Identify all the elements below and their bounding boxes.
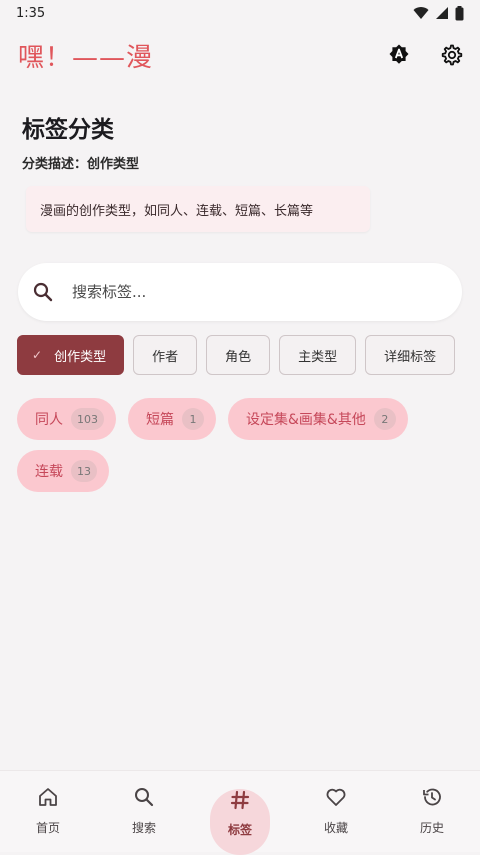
nav-item-search[interactable]: 搜索 — [109, 781, 179, 836]
tag-count-badge: 103 — [71, 408, 104, 430]
search-icon — [33, 282, 53, 302]
history-icon — [423, 788, 441, 806]
settings-button[interactable] — [436, 40, 466, 70]
nav-label: 首页 — [35, 821, 60, 835]
nav-icon-container — [306, 781, 366, 813]
tag-count-badge: 1 — [182, 408, 204, 430]
filter-chip-label: 作者 — [152, 349, 179, 365]
hashtag-icon — [230, 790, 250, 810]
bottom-navigation: 首页 搜索 标签 收藏 历史 — [0, 770, 480, 855]
status-bar: 1:35 — [0, 0, 480, 26]
filter-chip-creation-type[interactable]: ✓ 创作类型 — [17, 335, 125, 375]
app-bar: 嘿！——漫 — [0, 26, 480, 84]
nav-label: 标签 — [227, 823, 252, 837]
filter-chip-label: 详细标签 — [384, 349, 437, 365]
wifi-icon — [413, 7, 429, 20]
search-bar[interactable] — [18, 263, 462, 321]
battery-icon — [455, 5, 464, 20]
app-bar-actions — [384, 40, 466, 70]
translate-icon — [389, 44, 409, 64]
nav-icon-container — [114, 781, 174, 813]
filter-chip-main-type[interactable]: 主类型 — [279, 335, 357, 375]
nav-item-home[interactable]: 首页 — [13, 781, 83, 836]
nav-icon-container — [402, 781, 462, 813]
description-card-text: 漫画的创作类型，如同人、连载、短篇、长篇等 — [40, 203, 314, 219]
check-icon: ✓ — [32, 348, 43, 362]
search-icon — [135, 788, 154, 807]
tag-label: 短篇 — [146, 412, 174, 428]
tag-list: 同人 103 短篇 1 设定集&画集&其他 2 连载 13 — [17, 398, 463, 492]
nav-item-favorites[interactable]: 收藏 — [301, 781, 371, 836]
tag-chip[interactable]: 短篇 1 — [128, 398, 216, 440]
nav-icon-container — [18, 781, 78, 813]
tag-label: 同人 — [35, 412, 63, 428]
tag-chip[interactable]: 设定集&画集&其他 2 — [228, 398, 408, 440]
filter-chip-author[interactable]: 作者 — [133, 335, 198, 375]
nav-item-tags[interactable]: 标签 — [205, 781, 275, 855]
nav-label: 搜索 — [131, 821, 156, 835]
filter-chip-label: 主类型 — [298, 349, 338, 365]
search-input[interactable] — [72, 283, 412, 301]
category-description: 分类描述：创作类型 — [22, 157, 140, 172]
signal-icon — [436, 7, 448, 19]
tag-chip[interactable]: 同人 103 — [17, 398, 116, 440]
nav-label: 历史 — [419, 821, 444, 835]
page-title: 标签分类 — [22, 117, 114, 143]
gear-icon — [441, 44, 463, 66]
filter-chip-character[interactable]: 角色 — [206, 335, 271, 375]
filter-chip-label: 创作类型 — [54, 349, 107, 365]
tag-label: 连载 — [35, 464, 63, 480]
tag-count-badge: 13 — [71, 460, 97, 482]
filter-chip-detail-tags[interactable]: 详细标签 — [365, 335, 456, 375]
tag-count-badge: 2 — [373, 408, 396, 430]
status-time: 1:35 — [16, 5, 46, 21]
translate-button[interactable] — [384, 40, 414, 70]
tag-chip[interactable]: 连载 13 — [17, 450, 109, 492]
status-icons — [413, 5, 464, 21]
category-filter-row: ✓ 创作类型 作者 角色 主类型 详细标签 — [17, 335, 463, 377]
app-title: 嘿！——漫 — [18, 42, 154, 73]
filter-chip-label: 角色 — [225, 349, 252, 365]
home-icon — [39, 788, 57, 806]
tag-label: 设定集&画集&其他 — [246, 412, 366, 428]
nav-item-history[interactable]: 历史 — [397, 781, 467, 836]
description-card: 漫画的创作类型，如同人、连载、短篇、长篇等 — [26, 186, 370, 232]
heart-icon — [326, 788, 346, 806]
nav-label: 收藏 — [323, 821, 348, 835]
